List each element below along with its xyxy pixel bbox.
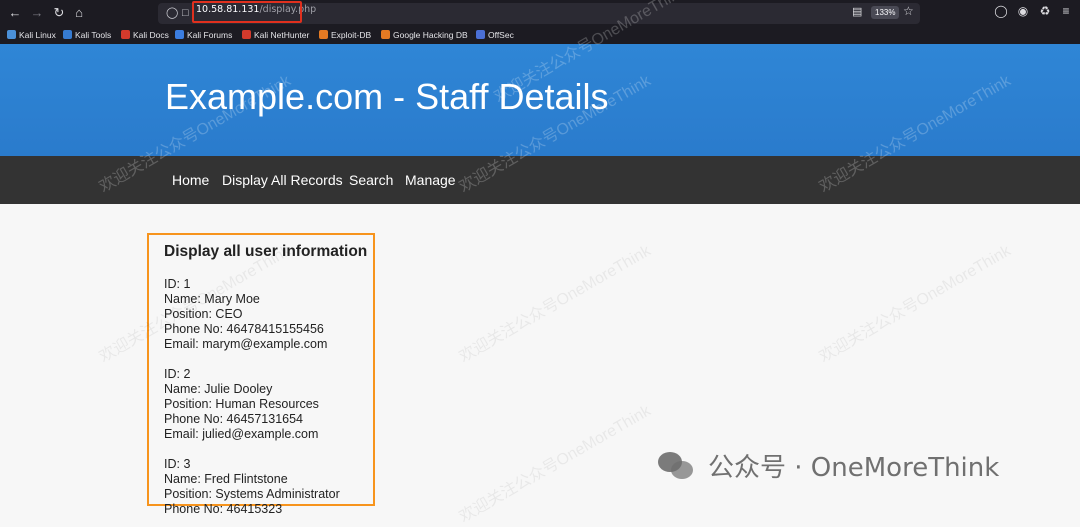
kali-icon xyxy=(7,30,16,39)
shield-icon[interactable]: ◯ xyxy=(166,5,178,22)
lock-icon[interactable]: □ xyxy=(182,5,189,22)
site-title: Example.com - Staff Details xyxy=(165,76,609,117)
browser-toolbar: ← → ↻ ⌂ ◯ □ 10.58.81.131/display.php ▤ 1… xyxy=(0,0,1080,27)
pocket-icon[interactable]: ◯ xyxy=(993,4,1009,18)
record-3-id: ID: 3 xyxy=(164,457,191,471)
bookmark-google-hacking-db[interactable]: Google Hacking DB xyxy=(381,30,468,41)
forward-icon[interactable]: → xyxy=(28,4,46,22)
bookmark-kali-tools[interactable]: Kali Tools xyxy=(63,30,111,41)
bookmark-label: Kali Forums xyxy=(187,30,233,40)
site-nav: Home Display All Records Search Manage xyxy=(0,156,1080,204)
bookmark-label: Kali Docs xyxy=(133,30,169,40)
exploit-db-icon xyxy=(319,30,328,39)
content-heading: Display all user information xyxy=(164,243,368,260)
record-3-name: Name: Fred Flintstone xyxy=(164,472,288,486)
url-highlight-box xyxy=(192,1,302,23)
bookmark-kali-linux[interactable]: Kali Linux xyxy=(7,30,56,41)
record-1-email: Email: marym@example.com xyxy=(164,337,328,351)
bookmark-label: Google Hacking DB xyxy=(393,30,468,40)
nav-home[interactable]: Home xyxy=(172,172,209,188)
record-3-position: Position: Systems Administrator xyxy=(164,487,340,501)
nav-manage[interactable]: Manage xyxy=(405,172,456,188)
bookmark-star-icon[interactable]: ☆ xyxy=(903,4,914,18)
wechat-brand-text: 公众号 · OneMoreThink xyxy=(708,453,1000,483)
record-2-name: Name: Julie Dooley xyxy=(164,382,273,396)
record-1-name: Name: Mary Moe xyxy=(164,292,260,306)
account-icon[interactable]: ◉ xyxy=(1015,4,1031,18)
record-1-position: Position: CEO xyxy=(164,307,243,321)
record-2-email: Email: julied@example.com xyxy=(164,427,319,441)
wechat-icon xyxy=(658,452,694,482)
bookmark-kali-docs[interactable]: Kali Docs xyxy=(121,30,169,41)
bookmark-offsec[interactable]: OffSec xyxy=(476,30,514,41)
menu-icon[interactable]: ≡ xyxy=(1058,4,1074,18)
record-2-position: Position: Human Resources xyxy=(164,397,319,411)
kali-tools-icon xyxy=(63,30,72,39)
offsec-icon xyxy=(476,30,485,39)
bookmark-label: Kali NetHunter xyxy=(254,30,310,40)
record-2-id: ID: 2 xyxy=(164,367,191,381)
wechat-brand-watermark: 公众号 · OneMoreThink xyxy=(658,447,999,487)
extensions-icon[interactable]: ♻ xyxy=(1037,4,1053,18)
bookmarks-bar: Kali Linux Kali Tools Kali Docs Kali For… xyxy=(0,27,1080,44)
back-icon[interactable]: ← xyxy=(6,4,24,22)
bookmark-label: Exploit-DB xyxy=(331,30,372,40)
reload-icon[interactable]: ↻ xyxy=(50,4,68,22)
zoom-level-badge[interactable]: 133% xyxy=(871,6,900,19)
bookmark-label: Kali Linux xyxy=(19,30,56,40)
bookmark-kali-forums[interactable]: Kali Forums xyxy=(175,30,232,41)
kali-docs-icon xyxy=(121,30,130,39)
site-header: Example.com - Staff Details xyxy=(0,44,1080,156)
kali-forums-icon xyxy=(175,30,184,39)
bookmark-label: OffSec xyxy=(488,30,514,40)
bookmark-label: Kali Tools xyxy=(75,30,112,40)
nethunter-icon xyxy=(242,30,251,39)
ghdb-icon xyxy=(381,30,390,39)
home-icon[interactable]: ⌂ xyxy=(70,4,88,22)
nav-display-all-records[interactable]: Display All Records xyxy=(222,172,343,188)
reader-view-icon[interactable]: ▤ xyxy=(852,5,862,18)
record-2-phone: Phone No: 46457131654 xyxy=(164,412,304,426)
nav-search[interactable]: Search xyxy=(349,172,393,188)
bookmark-kali-nethunter[interactable]: Kali NetHunter xyxy=(242,30,309,41)
bookmark-exploit-db[interactable]: Exploit-DB xyxy=(319,30,371,41)
page-viewport: Example.com - Staff Details Home Display… xyxy=(0,44,1080,516)
record-1-id: ID: 1 xyxy=(164,277,191,291)
record-1-phone: Phone No: 46478415155456 xyxy=(164,322,324,336)
